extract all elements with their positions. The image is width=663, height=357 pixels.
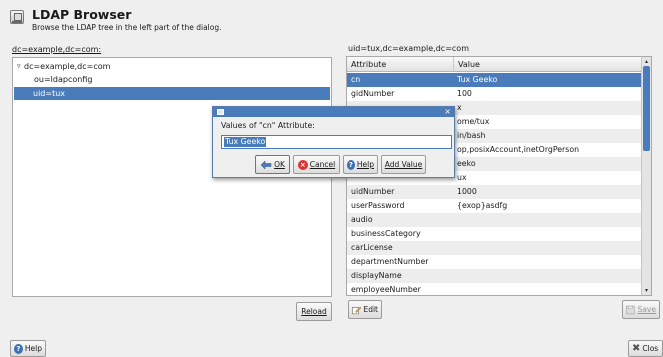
ldap-browser-icon xyxy=(10,10,24,24)
column-header-value[interactable]: Value xyxy=(453,57,643,72)
close-icon: ✖ xyxy=(632,342,641,354)
dialog-titlebar[interactable]: × xyxy=(213,107,454,117)
tree-item-ldapconfig[interactable]: ou=ldapconfig xyxy=(14,73,330,86)
tree-item-tux[interactable]: uid=tux xyxy=(14,87,330,100)
save-button[interactable]: Save xyxy=(622,300,660,319)
dialog-help-button[interactable]: ? Help xyxy=(343,155,378,174)
dialog-close-icon[interactable]: × xyxy=(444,107,451,117)
tree-expand-icon[interactable]: ▿ xyxy=(17,60,21,73)
table-row[interactable]: gidNumber 100 xyxy=(347,87,643,101)
table-row[interactable]: departmentNumber xyxy=(347,255,643,269)
save-icon xyxy=(626,305,635,314)
dialog-app-icon xyxy=(217,109,224,115)
tree-item-root[interactable]: ▿ dc=example,dc=com xyxy=(14,60,330,73)
tree-item-label: dc=example,dc=com xyxy=(24,62,111,71)
table-row[interactable]: carLicense xyxy=(347,241,643,255)
table-row[interactable]: businessCategory xyxy=(347,227,643,241)
scroll-up-icon[interactable]: ▴ xyxy=(642,57,651,66)
tree-item-label: ou=ldapconfig xyxy=(34,75,93,84)
page-subtitle: Browse the LDAP tree in the left part of… xyxy=(32,23,222,32)
column-header-attribute[interactable]: Attribute xyxy=(347,57,453,72)
attribute-value-input[interactable]: Tux Geeko xyxy=(221,135,452,149)
ok-icon xyxy=(260,159,272,170)
help-button[interactable]: ? Help xyxy=(10,340,46,357)
edit-attribute-dialog[interactable]: × Values of "cn" Attribute: Tux Geeko OK… xyxy=(212,106,455,178)
reload-button[interactable]: Reload xyxy=(296,302,332,321)
scroll-down-icon[interactable]: ▾ xyxy=(642,286,651,295)
ok-button[interactable]: OK xyxy=(255,155,290,174)
add-value-button[interactable]: Add Value xyxy=(381,155,426,174)
table-row[interactable]: audio xyxy=(347,213,643,227)
scrollbar-thumb[interactable] xyxy=(643,66,650,151)
cancel-icon: × xyxy=(297,159,308,170)
table-row[interactable]: userPassword {exop}asdfg xyxy=(347,199,643,213)
help-icon: ? xyxy=(347,159,355,170)
help-icon: ? xyxy=(14,343,23,354)
close-button[interactable]: ✖ Clos xyxy=(628,340,663,357)
tree-item-label: uid=tux xyxy=(33,89,66,98)
table-row[interactable]: displayName xyxy=(347,269,643,283)
edit-button[interactable]: Edit xyxy=(348,300,382,319)
dialog-label: Values of "cn" Attribute: xyxy=(221,121,315,130)
base-dn-label: dc=example,dc=com: xyxy=(12,45,102,54)
page-title: LDAP Browser xyxy=(32,7,132,22)
table-row[interactable]: cn Tux Geeko xyxy=(347,73,643,87)
cancel-button[interactable]: × Cancel xyxy=(293,155,340,174)
table-row[interactable]: uidNumber 1000 xyxy=(347,185,643,199)
attribute-value-text: Tux Geeko xyxy=(224,137,267,147)
table-scrollbar[interactable]: ▴ ▾ xyxy=(641,57,651,295)
edit-icon xyxy=(352,306,362,314)
table-row[interactable]: employeeNumber xyxy=(347,283,643,295)
entry-dn-label: uid=tux,dc=example,dc=com xyxy=(348,44,469,53)
